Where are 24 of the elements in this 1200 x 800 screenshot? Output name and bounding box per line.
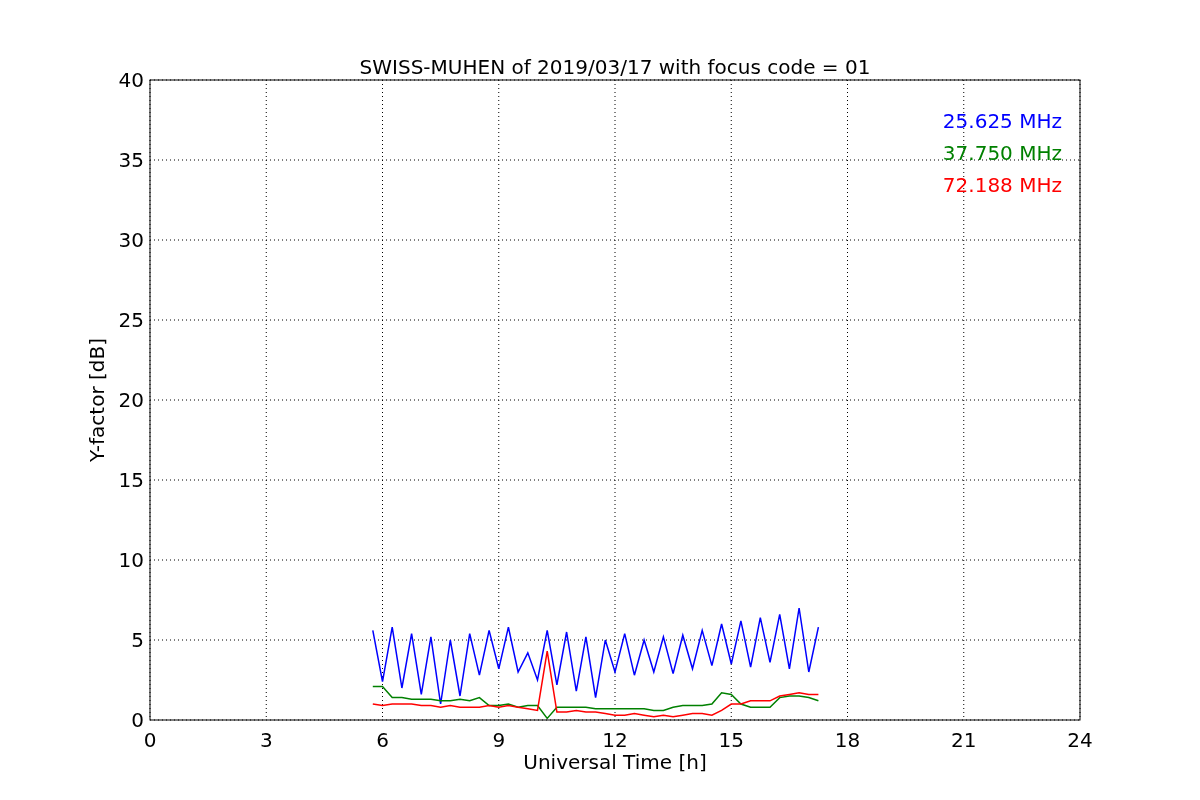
y-tick-label: 20 bbox=[118, 388, 144, 412]
y-tick-label: 10 bbox=[118, 548, 144, 572]
y-axis-label: Y-factor [dB] bbox=[85, 338, 109, 462]
y-tick-label: 40 bbox=[118, 68, 144, 92]
x-tick-label: 21 bbox=[951, 728, 977, 752]
y-tick-label: 25 bbox=[118, 308, 144, 332]
y-tick-label: 5 bbox=[131, 628, 144, 652]
y-tick-label: 35 bbox=[118, 148, 144, 172]
y-tick-label: 15 bbox=[118, 468, 144, 492]
legend-label: 37.750 MHz bbox=[942, 141, 1062, 165]
x-axis-label: Universal Time [h] bbox=[523, 750, 707, 774]
x-tick-label: 24 bbox=[1067, 728, 1093, 752]
x-tick-label: 15 bbox=[718, 728, 744, 752]
y-tick-label: 30 bbox=[118, 228, 144, 252]
legend-label: 25.625 MHz bbox=[942, 109, 1062, 133]
x-tick-label: 6 bbox=[376, 728, 389, 752]
legend-label: 72.188 MHz bbox=[942, 173, 1062, 197]
x-tick-label: 12 bbox=[602, 728, 628, 752]
chart-title: SWISS-MUHEN of 2019/03/17 with focus code = 01 bbox=[359, 55, 871, 79]
x-tick-label: 18 bbox=[834, 728, 861, 752]
x-tick-label: 3 bbox=[259, 728, 273, 752]
y-tick-label: 0 bbox=[131, 708, 144, 732]
x-tick-label: 9 bbox=[492, 728, 506, 752]
x-tick-label: 0 bbox=[143, 728, 157, 752]
